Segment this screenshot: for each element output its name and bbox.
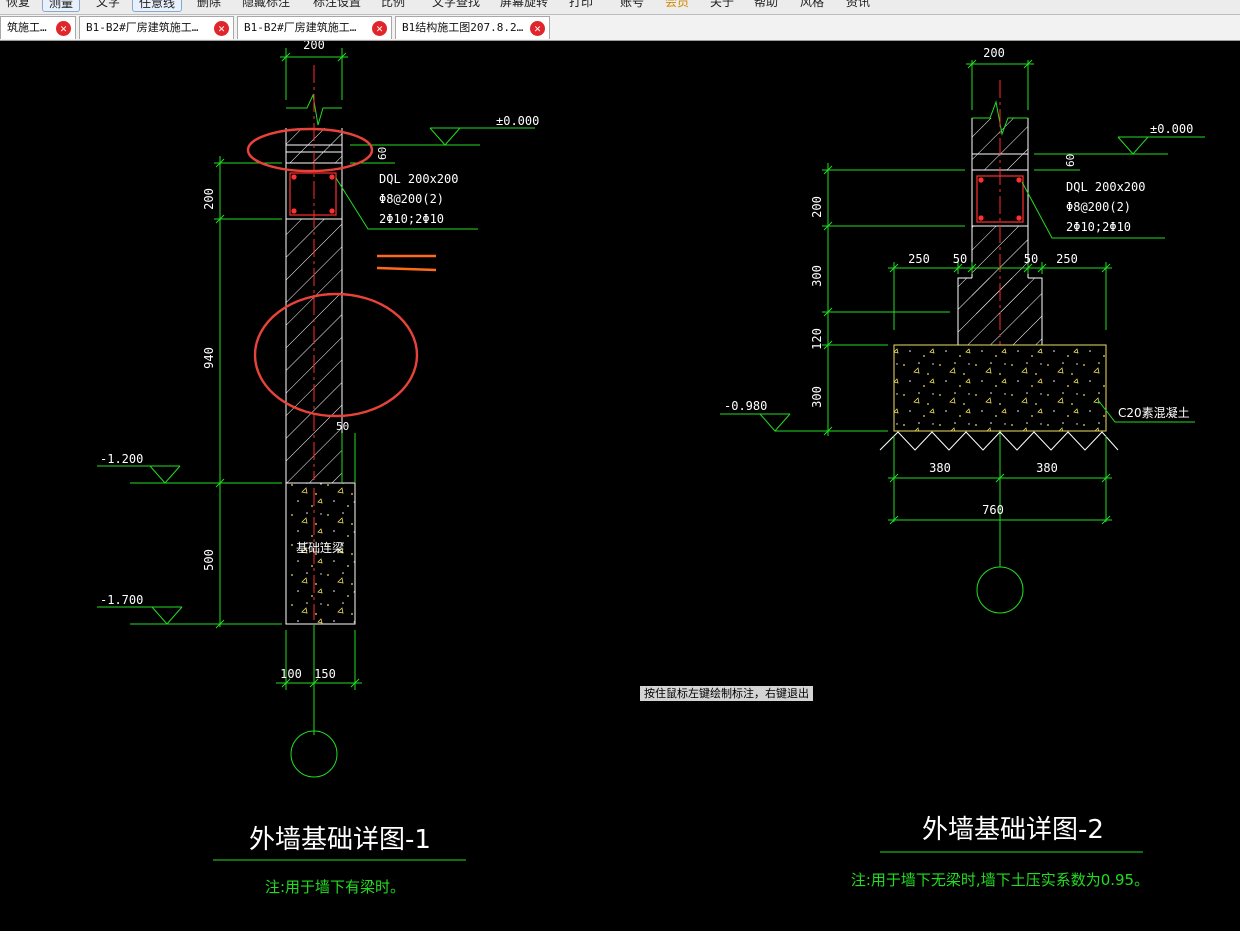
rebar-spec-label-2: 2Φ10;2Φ10	[1066, 220, 1131, 234]
foundation-beam-label: 基础连梁	[296, 540, 344, 555]
dim-940-label: 940	[202, 347, 216, 369]
axis-bubble	[290, 730, 338, 778]
stirrup-spec-label-2: Φ8@200(2)	[1066, 200, 1131, 214]
dim-50-right-label: 50	[1024, 252, 1038, 266]
about-button[interactable]: 关于	[710, 0, 734, 10]
elevation-top-label-2: ±0.000	[1150, 122, 1193, 136]
text-search-button[interactable]: 文字查找	[432, 0, 480, 10]
dim-300-top-label: 300	[810, 265, 824, 287]
stirrup-spec-label: Φ8@200(2)	[379, 192, 444, 206]
elevation-top-label: ±0.000	[496, 114, 539, 128]
hide-dim-button[interactable]: 隐藏标注	[242, 0, 290, 10]
document-tabs: 筑施工… ✕ B1-B2#厂房建筑施工… ✕ B1-B2#厂房建筑施工… ✕ B…	[0, 15, 1240, 41]
dim-top-label: 200	[303, 41, 325, 52]
measure-hint-tooltip: 按住鼠标左键绘制标注，右键退出	[640, 686, 813, 701]
close-icon[interactable]: ✕	[372, 21, 387, 36]
dim-380-left-label: 380	[929, 461, 951, 475]
detail-drawing-2: 200 ±0.000 60 DQL 200x200 Φ8@200(2) 2Φ10…	[720, 46, 1205, 889]
style-button[interactable]: 风格	[800, 0, 824, 10]
dim-settings-button[interactable]: 标注设置	[313, 0, 361, 10]
dim-150-label: 150	[314, 667, 336, 681]
dim-60-label-2: 60	[1064, 154, 1077, 167]
elevation-bottom-label-2: -0.980	[724, 399, 767, 413]
news-button[interactable]: 资讯	[846, 0, 870, 10]
dim-60-label: 60	[376, 147, 389, 160]
tab-document-3[interactable]: B1-B2#厂房建筑施工… ✕	[237, 16, 392, 39]
tab-document-4[interactable]: B1结构施工图207.8.2… ✕	[395, 16, 550, 39]
dim-380-right-label: 380	[1036, 461, 1058, 475]
close-icon[interactable]: ✕	[56, 21, 71, 36]
soil-symbol	[879, 431, 1119, 451]
tab-label: B1结构施工图207.8.2…	[402, 21, 524, 34]
dim-300-bottom-label: 300	[810, 386, 824, 408]
drawing-2-note: 注:用于墙下无梁时,墙下土压实系数为0.95。	[851, 871, 1149, 889]
tab-document-1[interactable]: 筑施工… ✕	[0, 16, 76, 39]
drawing-1-title: 外墙基础详图-1	[249, 825, 431, 855]
dim-250-left-label: 250	[908, 252, 930, 266]
delete-button[interactable]: 删除	[197, 0, 221, 10]
freeline-button[interactable]: 任意线	[132, 0, 183, 12]
elevation-mid-label: -1.200	[100, 452, 143, 466]
beam-spec-label-2: DQL 200x200	[1066, 180, 1145, 194]
measure-button[interactable]: 测量	[42, 0, 81, 12]
tab-label: 筑施工…	[7, 21, 47, 34]
dim-200-label-2: 200	[810, 196, 824, 218]
restore-button[interactable]: 恢复	[6, 0, 30, 10]
dim-120-label: 120	[810, 328, 824, 350]
close-icon[interactable]: ✕	[530, 21, 545, 36]
dim-50-label: 50	[336, 420, 349, 433]
beam-spec-label: DQL 200x200	[379, 172, 458, 186]
dim-200-label: 200	[202, 188, 216, 210]
rotate-screen-button[interactable]: 屏幕旋转	[500, 0, 548, 10]
tab-label: B1-B2#厂房建筑施工…	[244, 21, 357, 34]
account-button[interactable]: 账号	[620, 0, 644, 10]
dim-top-label-2: 200	[983, 46, 1005, 60]
drawing-canvas[interactable]: 基础连梁 200 ±0.000 60 DQL 200x200 Φ8@200(2)…	[0, 41, 1240, 931]
print-button[interactable]: 打印	[569, 0, 593, 10]
axis-bubble-2	[976, 566, 1024, 614]
dim-250-right-label: 250	[1056, 252, 1078, 266]
dim-100-label: 100	[280, 667, 302, 681]
drawing-1-note: 注:用于墙下有梁时。	[265, 878, 405, 896]
tab-label: B1-B2#厂房建筑施工…	[86, 21, 199, 34]
toolbar: 恢复 测量 文字 任意线 删除 隐藏标注 标注设置 比例 文字查找 屏幕旋转 打…	[0, 0, 1240, 15]
close-icon[interactable]: ✕	[214, 21, 229, 36]
tab-document-2[interactable]: B1-B2#厂房建筑施工… ✕	[79, 16, 234, 39]
member-button[interactable]: 会员	[665, 0, 689, 10]
concrete-pad	[893, 344, 1107, 432]
rebar-spec-label: 2Φ10;2Φ10	[379, 212, 444, 226]
drawing-2-title: 外墙基础详图-2	[922, 815, 1104, 845]
scale-button[interactable]: 比例	[381, 0, 405, 10]
dim-760-label: 760	[982, 503, 1004, 517]
dim-50-left-label: 50	[953, 252, 967, 266]
detail-drawing-1: 基础连梁 200 ±0.000 60 DQL 200x200 Φ8@200(2)…	[97, 41, 539, 896]
elevation-bottom-label: -1.700	[100, 593, 143, 607]
help-button[interactable]: 帮助	[754, 0, 778, 10]
text-button[interactable]: 文字	[96, 0, 120, 10]
dim-500-label: 500	[202, 549, 216, 571]
concrete-grade-label: C20素混凝土	[1118, 405, 1190, 420]
markup-stroke-2	[376, 266, 437, 272]
